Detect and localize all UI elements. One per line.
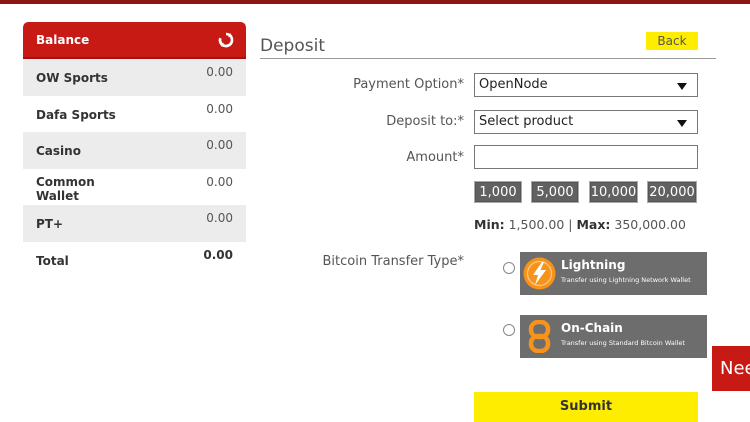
lightning-radio[interactable] — [503, 262, 515, 274]
balance-name: PT+ — [36, 217, 64, 232]
quick-amount-10000[interactable]: 10,000 — [589, 181, 638, 203]
divider — [260, 58, 716, 59]
balance-total-value: 0.00 — [203, 247, 233, 262]
deposit-to-value: Select product — [479, 114, 574, 129]
on-chain-name: On-Chain — [561, 321, 623, 335]
lightning-icon — [523, 257, 556, 290]
balance-value: 0.00 — [206, 101, 233, 116]
payment-option-value: OpenNode — [479, 77, 548, 92]
min-label: Min: — [474, 217, 505, 232]
min-value: 1,500.00 — [508, 217, 565, 232]
separator: | — [568, 217, 573, 232]
chevron-down-icon — [677, 120, 687, 127]
quick-amount-1000[interactable]: 1,000 — [474, 181, 522, 203]
lightning-option[interactable]: Lightning Transfer using Lightning Netwo… — [520, 252, 707, 295]
on-chain-option[interactable]: On-Chain Transfer using Standard Bitcoin… — [520, 315, 707, 358]
max-value: 350,000.00 — [614, 217, 686, 232]
deposit-to-label: Deposit to:* — [386, 114, 464, 129]
back-button[interactable]: Back — [646, 32, 698, 50]
balance-title: Balance — [36, 32, 90, 47]
balance-row-common-wallet: Common Wallet 0.00 — [23, 169, 246, 206]
lightning-name: Lightning — [561, 258, 626, 272]
amount-label: Amount* — [406, 150, 464, 165]
on-chain-radio[interactable] — [503, 324, 515, 336]
transfer-type-label: Bitcoin Transfer Type* — [322, 254, 464, 269]
balance-value: 0.00 — [206, 211, 233, 226]
submit-button[interactable]: Submit — [474, 392, 698, 422]
quick-amount-5000[interactable]: 5,000 — [531, 181, 579, 203]
refresh-icon[interactable] — [218, 32, 234, 48]
balance-name: Common Wallet — [36, 174, 95, 203]
chain-link-icon — [528, 320, 551, 353]
on-chain-description: Transfer using Standard Bitcoin Wallet — [561, 339, 685, 347]
balance-row-casino: Casino 0.00 — [23, 132, 246, 169]
payment-option-select[interactable]: OpenNode — [474, 73, 698, 97]
balance-header: Balance — [23, 22, 246, 59]
balance-name: Casino — [36, 144, 81, 159]
help-tab[interactable]: Need — [712, 346, 750, 391]
balance-total-label: Total — [36, 253, 69, 268]
balance-row-total: Total 0.00 — [23, 242, 246, 277]
balance-value: 0.00 — [206, 138, 233, 153]
balance-name: Dafa Sports — [36, 107, 116, 122]
balance-row-pt-plus: PT+ 0.00 — [23, 205, 246, 242]
quick-amount-20000[interactable]: 20,000 — [647, 181, 697, 203]
deposit-title: Deposit — [260, 36, 325, 56]
chevron-down-icon — [677, 83, 687, 90]
max-label: Max: — [576, 217, 611, 232]
balance-row-dafa-sports: Dafa Sports 0.00 — [23, 96, 246, 133]
balance-row-ow-sports: OW Sports 0.00 — [23, 59, 246, 96]
deposit-to-select[interactable]: Select product — [474, 110, 698, 134]
balance-value: 0.00 — [206, 174, 233, 189]
payment-option-label: Payment Option* — [353, 77, 464, 92]
balance-value: 0.00 — [206, 65, 233, 79]
balance-name: OW Sports — [36, 71, 108, 85]
min-max-text: Min: 1,500.00 | Max: 350,000.00 — [474, 217, 686, 232]
amount-input[interactable] — [474, 145, 698, 169]
lightning-description: Transfer using Lightning Network Wallet — [561, 276, 691, 284]
top-border — [0, 0, 750, 4]
balance-panel: Balance OW Sports 0.00 Dafa Sports 0.00 … — [23, 22, 246, 277]
